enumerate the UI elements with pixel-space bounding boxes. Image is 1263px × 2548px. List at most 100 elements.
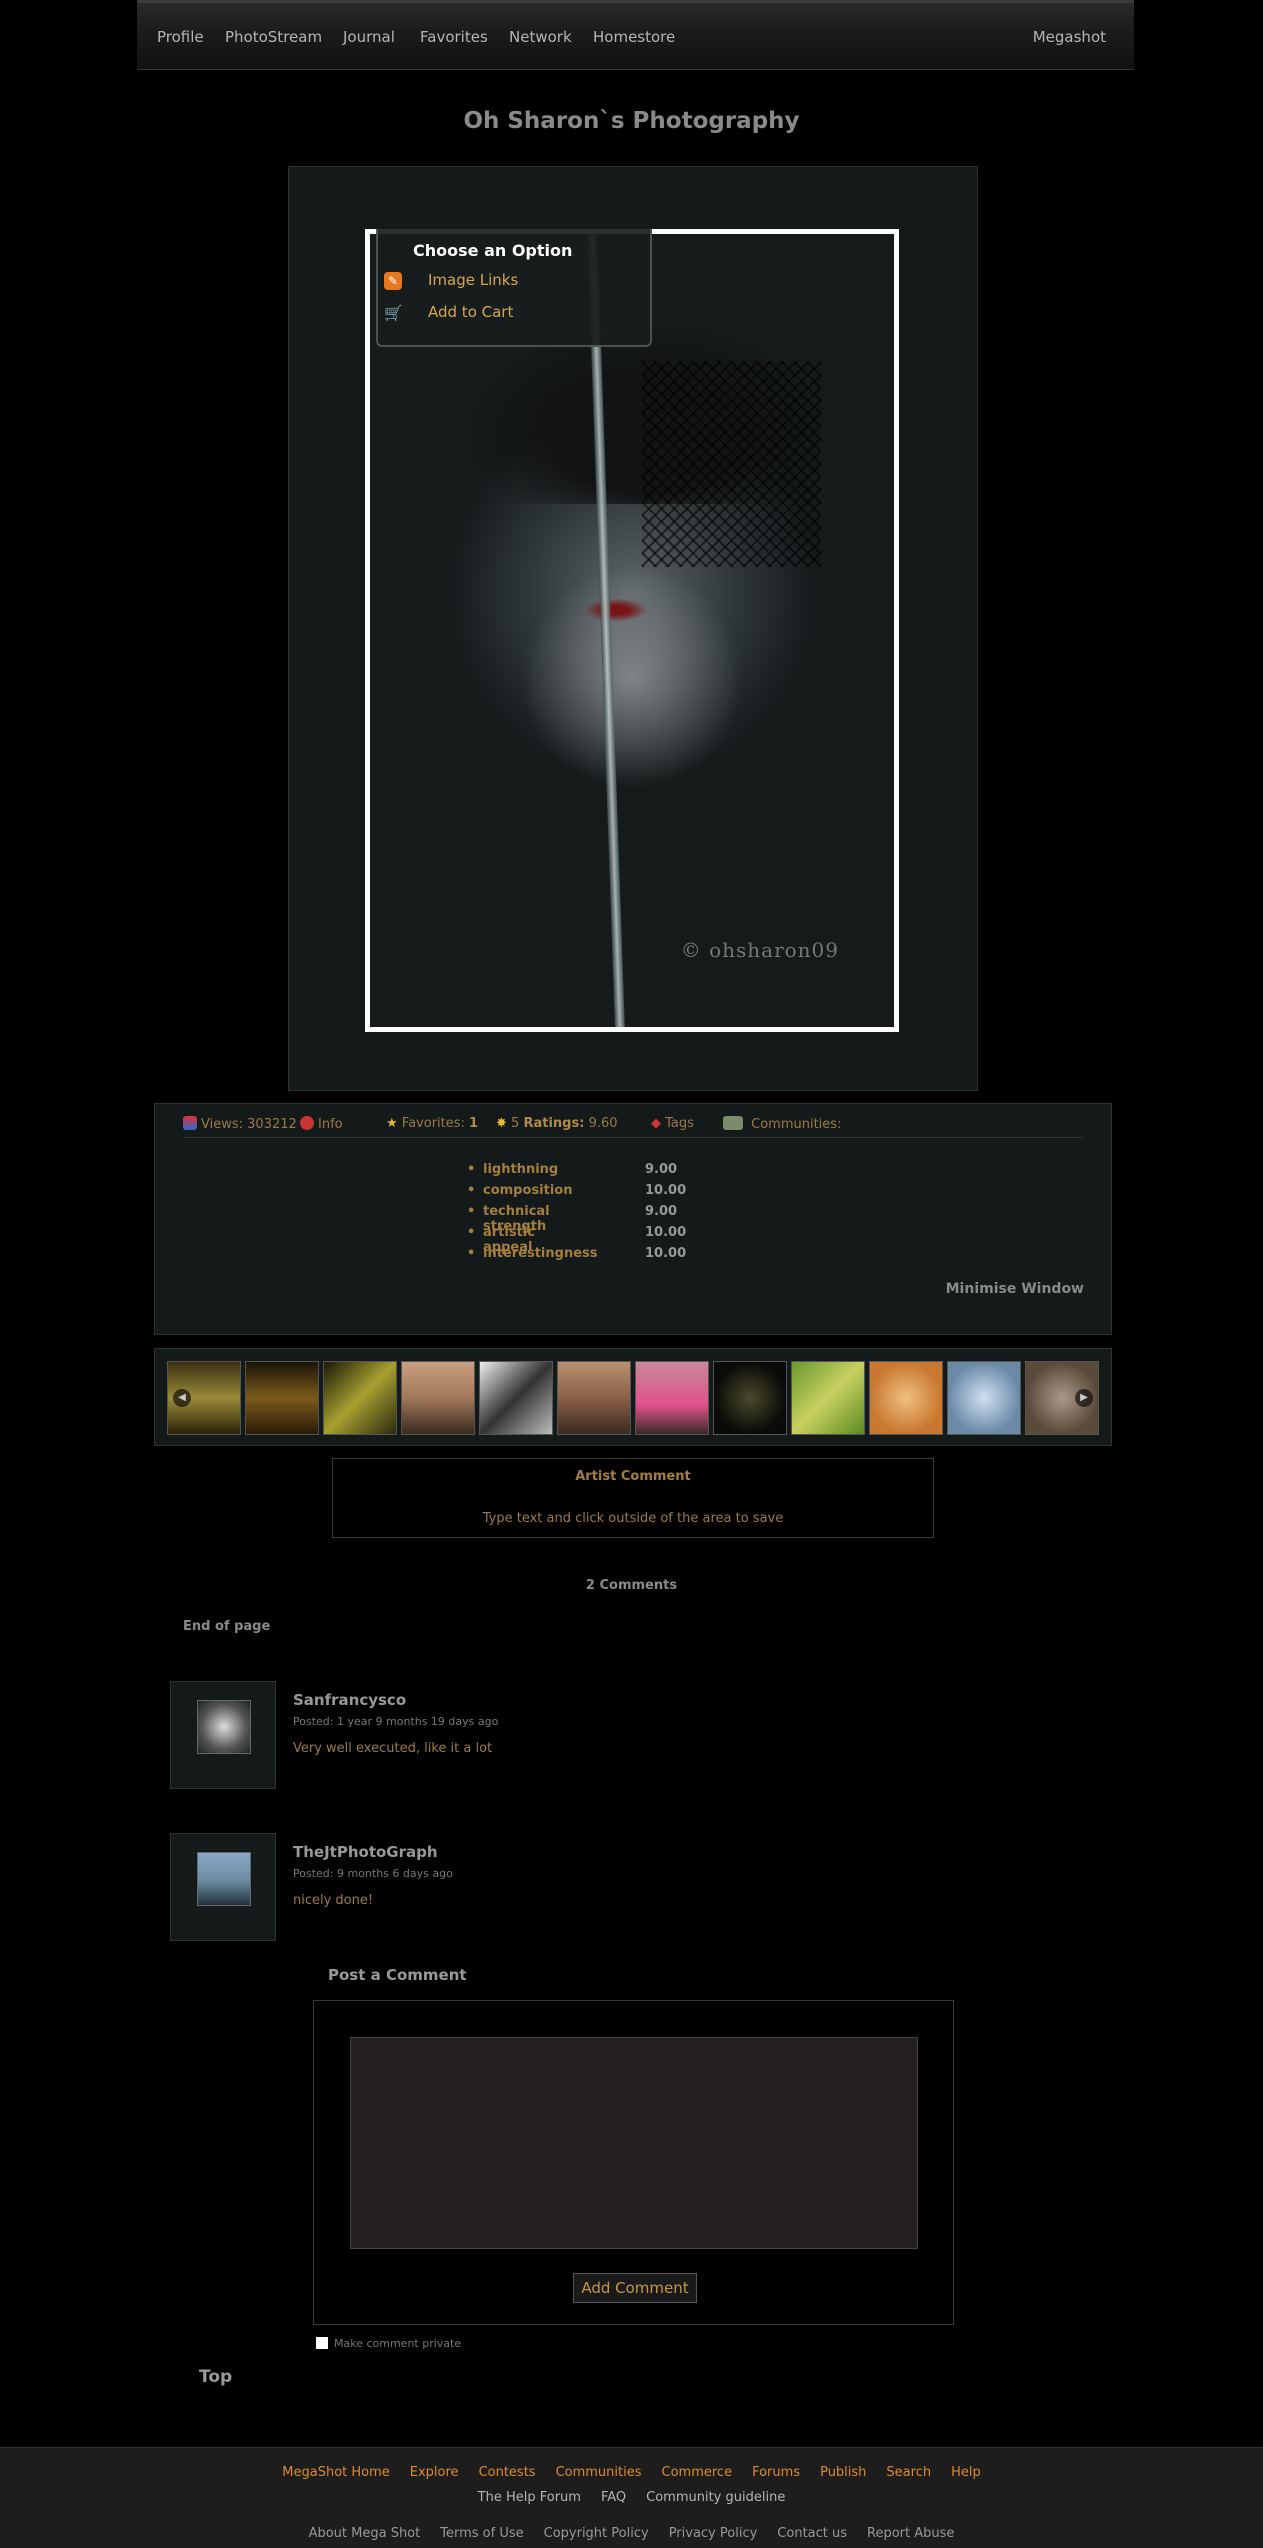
footer-link[interactable]: Communities	[556, 2465, 642, 2480]
nav-homestore[interactable]: Homestore	[593, 28, 675, 46]
thumbnail[interactable]	[635, 1361, 709, 1435]
footer-link[interactable]: Terms of Use	[440, 2526, 523, 2541]
rating-value: 9.00	[645, 1204, 678, 1219]
views-label: Views:	[201, 1117, 244, 1132]
rating-value: 10.00	[645, 1246, 687, 1261]
comment-author[interactable]: TheJtPhotoGraph	[293, 1843, 438, 1861]
chevron-right-icon[interactable]: ▶	[1075, 1389, 1093, 1407]
footer-link[interactable]: About Mega Shot	[309, 2526, 421, 2541]
thumbnail[interactable]	[401, 1361, 475, 1435]
artist-comment-box[interactable]: Artist Comment Type text and click outsi…	[332, 1458, 934, 1538]
comment-text: Very well executed, like it a lot	[293, 1741, 493, 1756]
footer-link[interactable]: Privacy Policy	[669, 2526, 758, 2541]
footer-link[interactable]: Forums	[752, 2465, 800, 2480]
comment: Sanfrancysco Posted: 1 year 9 months 19 …	[170, 1681, 870, 1789]
footer-link[interactable]: Help	[951, 2465, 981, 2480]
menu-item-label: Add to Cart	[428, 303, 514, 321]
comment-author[interactable]: Sanfrancysco	[293, 1691, 406, 1709]
info-label: Info	[318, 1117, 343, 1132]
nav-photostream[interactable]: PhotoStream	[225, 28, 322, 46]
add-comment-button[interactable]: Add Comment	[573, 2273, 697, 2303]
nav-journal[interactable]: Journal	[343, 28, 395, 46]
artist-comment-title: Artist Comment	[575, 1469, 691, 1484]
nav-megashot[interactable]: Megashot	[1033, 28, 1106, 46]
footer-link[interactable]: Copyright Policy	[544, 2526, 649, 2541]
private-comment-row: Make comment private	[316, 2337, 461, 2350]
footer-link[interactable]: Community guideline	[646, 2490, 785, 2505]
minimise-window-button[interactable]: Minimise Window	[946, 1281, 1084, 1297]
comment-count: 2 Comments	[585, 1578, 678, 1593]
thumbnail[interactable]	[947, 1361, 1021, 1435]
communities-icon	[723, 1116, 743, 1130]
footer-legal-links: About Mega Shot Terms of Use Copyright Pol…	[0, 2526, 1263, 2541]
footer-link[interactable]: Contact us	[777, 2526, 847, 2541]
thumbnail[interactable]	[557, 1361, 631, 1435]
info-panel: Views: 303212 Info ★ Favorites: 1 ✸ 5 Ra…	[154, 1103, 1112, 1335]
artist-comment-hint: Type text and click outside of the area …	[482, 1511, 784, 1526]
thumbnail[interactable]	[791, 1361, 865, 1435]
rating-value: 10.00	[645, 1183, 687, 1198]
footer-primary-links: MegaShot Home Explore Contests Communities C…	[0, 2465, 1263, 2480]
footer-link[interactable]: Report Abuse	[867, 2526, 954, 2541]
thumbnail[interactable]	[479, 1361, 553, 1435]
favorites-stat: ★ Favorites: 1	[386, 1116, 478, 1131]
link-icon: ✎	[384, 272, 402, 290]
avatar-box	[170, 1681, 276, 1789]
comment: TheJtPhotoGraph Posted: 9 months 6 days …	[170, 1833, 870, 1941]
rating-name: interestingness	[483, 1246, 598, 1261]
footer-link[interactable]: The Help Forum	[478, 2490, 581, 2505]
thumbnail[interactable]	[869, 1361, 943, 1435]
nav-favorites[interactable]: Favorites	[420, 28, 488, 46]
footer: MegaShot Home Explore Contests Communities C…	[0, 2447, 1263, 2548]
tags-link[interactable]: ◆ Tags	[651, 1116, 694, 1131]
nav-network[interactable]: Network	[509, 28, 572, 46]
views-stat: Views: 303212	[183, 1116, 297, 1132]
cart-icon: 🛒	[384, 304, 403, 322]
comment-textarea[interactable]	[350, 2037, 918, 2249]
bullet-icon: •	[467, 1246, 476, 1261]
footer-link[interactable]: Publish	[820, 2465, 866, 2480]
nav-profile[interactable]: Profile	[157, 28, 204, 46]
ratings-stars-icon: ✸	[496, 1116, 507, 1131]
rating-name: lighthning	[483, 1162, 559, 1177]
main-photo[interactable]: © ohsharon09	[365, 229, 899, 1032]
favorites-value: 1	[469, 1116, 479, 1131]
bullet-icon: •	[467, 1183, 476, 1198]
chevron-left-icon[interactable]: ◀	[173, 1389, 191, 1407]
footer-link[interactable]: Search	[886, 2465, 931, 2480]
menu-item-add-to-cart[interactable]: 🛒 Add to Cart	[384, 301, 634, 325]
footer-link[interactable]: Contests	[479, 2465, 536, 2480]
info-icon	[300, 1116, 314, 1130]
thumbnail[interactable]	[323, 1361, 397, 1435]
top-navigation: Profile PhotoStream Journal Favorites Ne…	[137, 0, 1134, 70]
photo-lips	[586, 598, 647, 621]
thumbnail[interactable]	[713, 1361, 787, 1435]
footer-link[interactable]: Commerce	[662, 2465, 733, 2480]
ratings-label: Ratings:	[523, 1116, 585, 1131]
post-comment-title: Post a Comment	[328, 1966, 467, 1984]
footer-link[interactable]: Explore	[410, 2465, 459, 2480]
avatar-box	[170, 1833, 276, 1941]
menu-item-label: Image Links	[428, 271, 519, 289]
footer-link[interactable]: MegaShot Home	[282, 2465, 390, 2480]
avatar[interactable]	[197, 1852, 251, 1906]
top-link[interactable]: Top	[199, 2367, 232, 2387]
end-of-page-link[interactable]: End of page	[183, 1619, 270, 1634]
favorites-label: Favorites:	[401, 1116, 465, 1131]
private-comment-checkbox[interactable]	[316, 2337, 328, 2349]
communities-link[interactable]: Communities:	[723, 1116, 841, 1132]
comment-text: nicely done!	[293, 1893, 374, 1908]
avatar[interactable]	[197, 1700, 251, 1754]
info-bar: Views: 303212 Info ★ Favorites: 1 ✸ 5 Ra…	[183, 1112, 1083, 1138]
page-title: Oh Sharon`s Photography	[463, 108, 800, 134]
footer-help-links: The Help Forum FAQ Community guideline	[0, 2490, 1263, 2505]
bullet-icon: •	[467, 1204, 476, 1219]
comment-date: Posted: 9 months 6 days ago	[293, 1867, 453, 1880]
ratings-count: 5	[511, 1116, 520, 1131]
thumbnail[interactable]	[245, 1361, 319, 1435]
option-menu: Choose an Option ✎ Image Links 🛒 Add to …	[376, 229, 652, 347]
footer-link[interactable]: FAQ	[601, 2490, 626, 2505]
info-link[interactable]: Info	[300, 1116, 343, 1132]
menu-item-image-links[interactable]: ✎ Image Links	[384, 269, 634, 293]
photo-watermark: © ohsharon09	[680, 938, 839, 962]
